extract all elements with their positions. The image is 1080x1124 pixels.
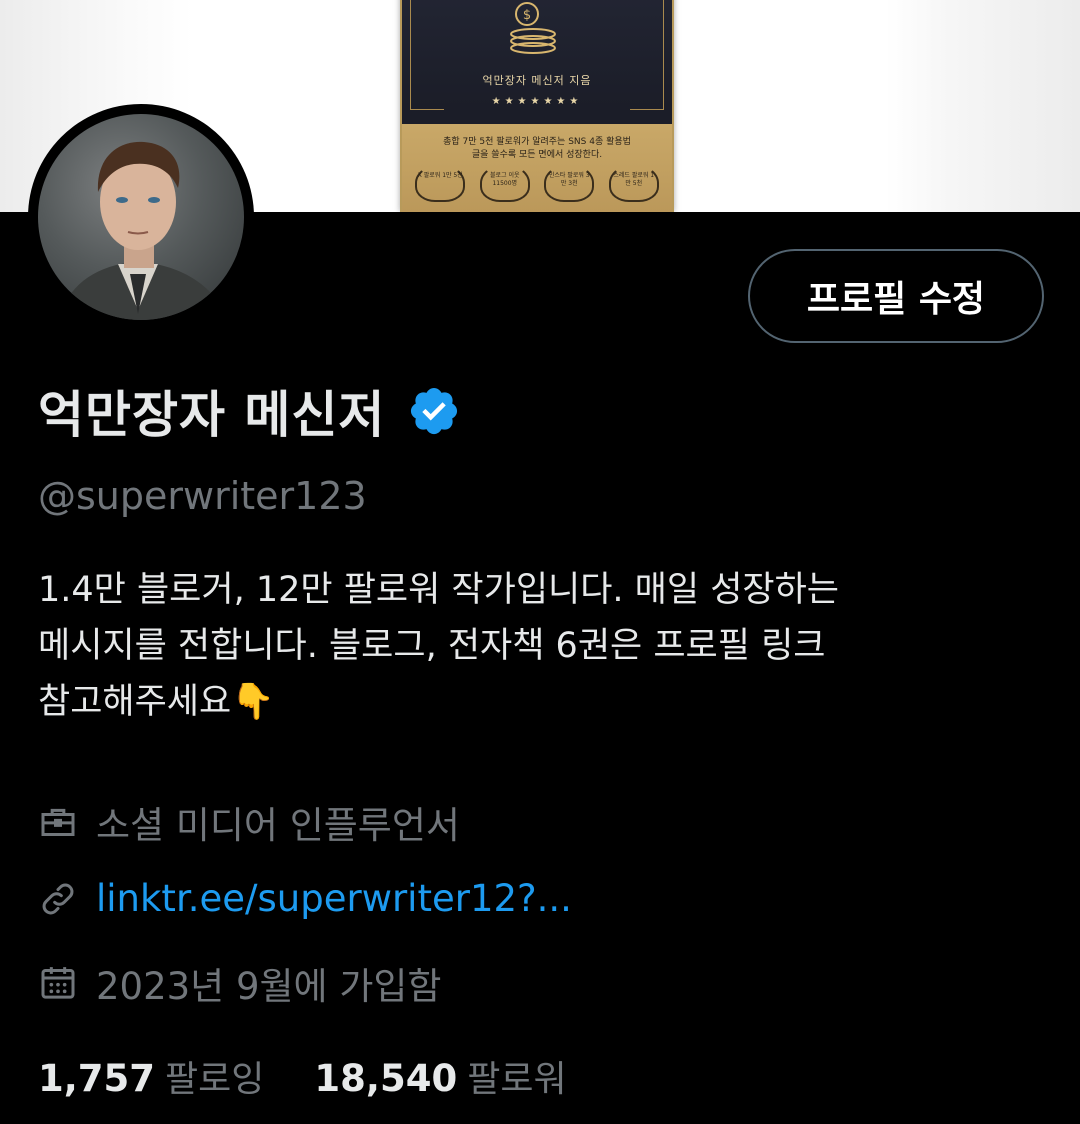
following-label: 팔로잉 [165, 1059, 265, 1100]
book-badges: X 팔로워 1만 5천 블로그 이웃 11500명 인스타 팔로워 3만 3천 … [408, 164, 666, 202]
coins-icon: $ [510, 2, 556, 54]
link-row: linktr.ee/superwriter12?... [38, 877, 572, 920]
book-cover-image: $ 억만장자 메신저 지음 ★★★★★★★ 총합 7만 5천 팔로워가 알려주는… [400, 0, 674, 212]
book-blurb-line: 글을 쓸수록 모든 면에서 성장한다. [471, 150, 603, 160]
calendar-icon [41, 967, 75, 999]
job-row: 소셜 미디어 인플루언서 [38, 795, 460, 849]
follow-counts: 1,757 팔로잉 18,540 팔로워 [38, 1050, 567, 1102]
followers-label: 팔로워 [467, 1059, 567, 1100]
job-text: 소셜 미디어 인플루언서 [96, 804, 460, 847]
book-ornament-left [410, 0, 444, 110]
joined-row: 2023년 9월에 가입함 [38, 956, 441, 1010]
avatar[interactable] [28, 104, 254, 330]
followers-count: 18,540 [314, 1057, 458, 1100]
edit-profile-button[interactable]: 프로필 수정 [748, 249, 1044, 343]
laurel-badge: 블로그 이웃 11500명 [479, 164, 530, 202]
user-handle: @superwriter123 [38, 474, 367, 518]
book-ornament-right [630, 0, 664, 110]
following-link[interactable]: 1,757 팔로잉 [38, 1050, 264, 1102]
book-blurb-line: 총합 7만 5천 팔로워가 알려주는 SNS 4종 활용법 [443, 137, 631, 147]
followers-link[interactable]: 18,540 팔로워 [314, 1050, 566, 1102]
book-blurb: 총합 7만 5천 팔로워가 알려주는 SNS 4종 활용법 글을 쓸수록 모든 … [402, 136, 672, 162]
avatar-image [38, 114, 244, 320]
link-icon [42, 883, 74, 914]
book-stars: ★★★★★★★ [491, 96, 583, 107]
verified-badge-icon[interactable] [407, 384, 461, 438]
laurel-badge: 인스타 팔로워 3만 3천 [544, 164, 595, 202]
svg-text:$: $ [523, 8, 531, 23]
laurel-badge: X 팔로워 1만 5천 [415, 164, 466, 202]
following-count: 1,757 [38, 1057, 156, 1100]
profile-bio: 1.4만 블로거, 12만 팔로워 작가입니다. 매일 성장하는 메시지를 전합… [38, 570, 840, 722]
briefcase-icon [41, 808, 75, 836]
portrait-illustration [58, 141, 228, 320]
display-name: 억만장자 메신저 [38, 386, 386, 444]
laurel-badge: 스레드 팔로워 1만 5천 [608, 164, 659, 202]
joined-date: 2023년 9월에 가입함 [96, 965, 442, 1008]
book-author: 억만장자 메신저 지음 [482, 74, 592, 87]
name-row: 억만장자 메신저 [38, 376, 461, 446]
profile-link[interactable]: linktr.ee/superwriter12?... [96, 877, 572, 920]
